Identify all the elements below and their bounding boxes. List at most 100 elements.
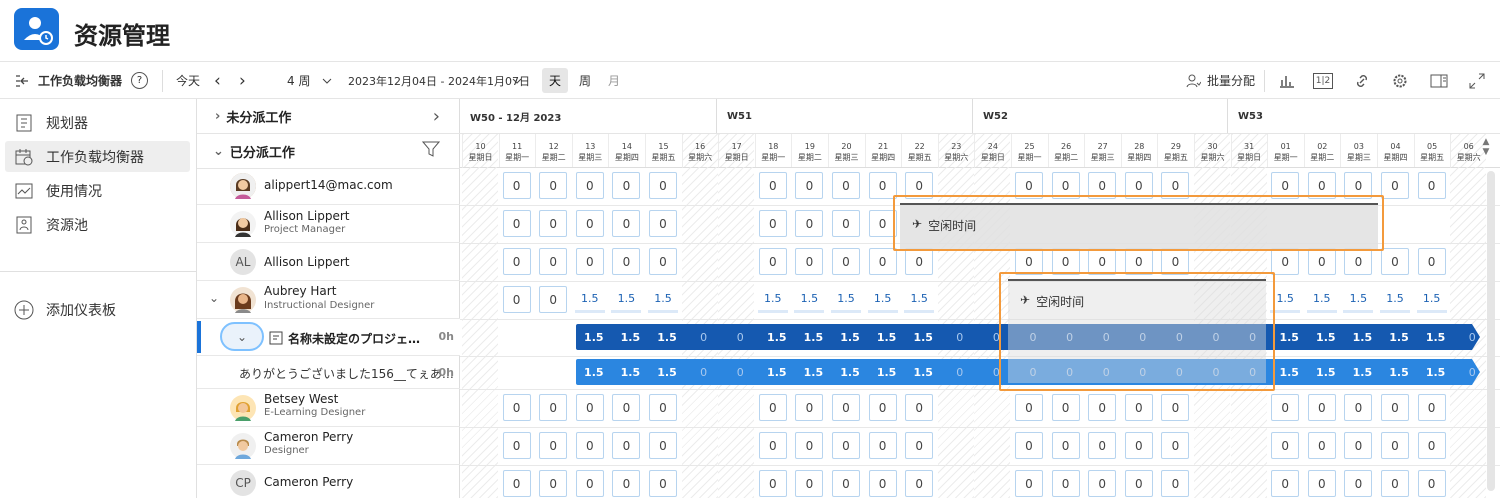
allocation-cell[interactable]: 0	[502, 210, 531, 237]
panel-icon[interactable]	[1428, 70, 1450, 92]
allocation-cell[interactable]: 0	[649, 470, 677, 497]
allocation-cell[interactable]: 0	[612, 432, 641, 459]
allocation-cell[interactable]: 0	[795, 248, 824, 275]
allocation-cell[interactable]: 0	[649, 248, 677, 275]
allocation-cell[interactable]: 0	[1088, 248, 1117, 275]
allocation-cell[interactable]: 0	[502, 172, 531, 199]
allocation-cell[interactable]: 0	[539, 470, 568, 497]
allocation-cell[interactable]: 0	[612, 210, 641, 237]
allocation-cell[interactable]: 0	[1161, 432, 1190, 459]
allocation-cell[interactable]: 0	[1051, 432, 1080, 459]
allocation-cell[interactable]: 0	[1124, 248, 1153, 275]
allocation-cell[interactable]: 0	[575, 210, 604, 237]
allocation-cell[interactable]: 0	[612, 470, 641, 497]
view-month-button[interactable]: 月	[601, 68, 627, 93]
link-icon[interactable]	[1351, 70, 1373, 92]
allocation-cell[interactable]: 0	[1088, 432, 1117, 459]
allocation-cell[interactable]: 0	[1015, 394, 1043, 421]
allocation-cell[interactable]: 0	[1307, 470, 1336, 497]
allocation-cell[interactable]: 0	[1271, 394, 1300, 421]
allocation-cell[interactable]: 0	[649, 210, 677, 237]
allocation-cell[interactable]: 0	[1417, 248, 1446, 275]
sidebar-item-workload-balancer[interactable]: 工作负载均衡器	[5, 141, 190, 172]
allocation-cell[interactable]: 0	[1271, 432, 1300, 459]
allocation-cell[interactable]: 0	[905, 432, 934, 459]
allocation-cell[interactable]: 0	[539, 394, 568, 421]
allocation-cell[interactable]: 0	[1307, 432, 1336, 459]
allocation-cell[interactable]: 0	[539, 172, 568, 199]
allocation-cell[interactable]: 0	[1015, 470, 1043, 497]
person-row[interactable]: Betsey West E-Learning Designer	[197, 389, 460, 427]
allocation-cell[interactable]: 0	[1381, 470, 1409, 497]
view-week-button[interactable]: 周	[572, 68, 598, 93]
allocation-cell[interactable]: 0	[1417, 432, 1446, 459]
allocation-cell[interactable]: 0	[1344, 470, 1373, 497]
filter-icon[interactable]	[421, 140, 441, 162]
allocation-cell[interactable]: 1.5	[611, 286, 642, 313]
date-range[interactable]: 2023年12月04日 - 2024年1月07日	[348, 62, 530, 99]
scrollbar[interactable]	[1487, 171, 1495, 491]
assigned-section[interactable]: ⌄ 已分派工作	[197, 134, 460, 169]
allocation-cell[interactable]: 0	[905, 470, 934, 497]
allocation-cell[interactable]: 0	[795, 432, 824, 459]
allocation-cell[interactable]: 1.5	[757, 286, 788, 313]
allocation-cell[interactable]: 0	[575, 432, 604, 459]
allocation-cell[interactable]: 0	[612, 172, 641, 199]
allocation-cell[interactable]: 0	[905, 394, 934, 421]
allocation-cell[interactable]: 0	[1307, 248, 1336, 275]
allocation-cell[interactable]: 0	[1015, 432, 1043, 459]
allocation-cell[interactable]: 0	[905, 248, 934, 275]
allocation-cell[interactable]: 0	[1051, 470, 1080, 497]
allocation-cell[interactable]: 0	[1088, 394, 1117, 421]
allocation-cell[interactable]: 0	[795, 210, 824, 237]
allocation-cell[interactable]: 1.5	[867, 286, 898, 313]
allocation-cell[interactable]: 0	[1161, 394, 1190, 421]
expand-icon[interactable]	[1466, 70, 1488, 92]
allocation-cell[interactable]: 0	[575, 470, 604, 497]
sidebar-item-utilization[interactable]: 使用情况	[5, 175, 190, 206]
person-row[interactable]: alippert14@mac.com	[197, 167, 460, 205]
allocation-cell[interactable]: 0	[502, 470, 531, 497]
allocation-cell[interactable]: 1.5	[1306, 286, 1337, 313]
allocation-cell[interactable]: 0	[1417, 172, 1446, 199]
allocation-cell[interactable]: 0	[1088, 470, 1117, 497]
allocation-cell[interactable]: 0	[868, 248, 897, 275]
allocation-cell[interactable]: 0	[1051, 248, 1080, 275]
scroll-arrows-icon[interactable]: ▲ ▼	[1479, 137, 1493, 161]
allocation-cell[interactable]: 0	[1417, 394, 1446, 421]
allocation-cell[interactable]: 0	[539, 286, 568, 313]
allocation-cell[interactable]: 0	[1381, 172, 1409, 199]
allocation-cell[interactable]: 0	[832, 248, 860, 275]
allocation-cell[interactable]: 0	[832, 394, 860, 421]
prev-button[interactable]: ‹	[214, 62, 221, 99]
sidebar-item-planner[interactable]: 规划器	[5, 107, 190, 138]
allocation-cell[interactable]: 0	[832, 210, 860, 237]
help-icon[interactable]: ?	[131, 62, 148, 99]
allocation-cell[interactable]: 0	[649, 394, 677, 421]
allocation-cell[interactable]: 1.5	[794, 286, 825, 313]
allocation-cell[interactable]: 1.5	[1343, 286, 1374, 313]
allocation-cell[interactable]: 0	[1124, 470, 1153, 497]
allocation-cell[interactable]: 0	[649, 172, 677, 199]
allocation-cell[interactable]: 1.5	[648, 286, 678, 313]
view-day-button[interactable]: 天	[542, 68, 568, 93]
allocation-cell[interactable]: 0	[649, 432, 677, 459]
ratio-icon[interactable]: 1|2	[1313, 73, 1333, 89]
chevron-right-icon[interactable]: ›	[433, 106, 440, 127]
person-row[interactable]: Cameron Perry Designer	[197, 427, 460, 465]
allocation-cell[interactable]: 1.5	[1380, 286, 1410, 313]
bulk-assign-icon[interactable]	[1182, 70, 1204, 92]
chevron-down-icon[interactable]	[322, 62, 332, 99]
allocation-cell[interactable]: 1.5	[574, 286, 605, 313]
sidebar-item-resource-pool[interactable]: 资源池	[5, 209, 190, 240]
allocation-cell[interactable]: 0	[1344, 394, 1373, 421]
allocation-cell[interactable]: 0	[868, 470, 897, 497]
allocation-cell[interactable]: 0	[1381, 394, 1409, 421]
allocation-cell[interactable]: 0	[502, 286, 531, 313]
allocation-cell[interactable]: 0	[1344, 432, 1373, 459]
allocation-cell[interactable]: 0	[575, 394, 604, 421]
chevron-down-icon[interactable]: ⌄	[220, 322, 264, 351]
allocation-cell[interactable]: 0	[795, 394, 824, 421]
weeks-dropdown[interactable]: 4 周	[287, 62, 310, 99]
person-row[interactable]: Allison Lippert Project Manager	[197, 205, 460, 243]
